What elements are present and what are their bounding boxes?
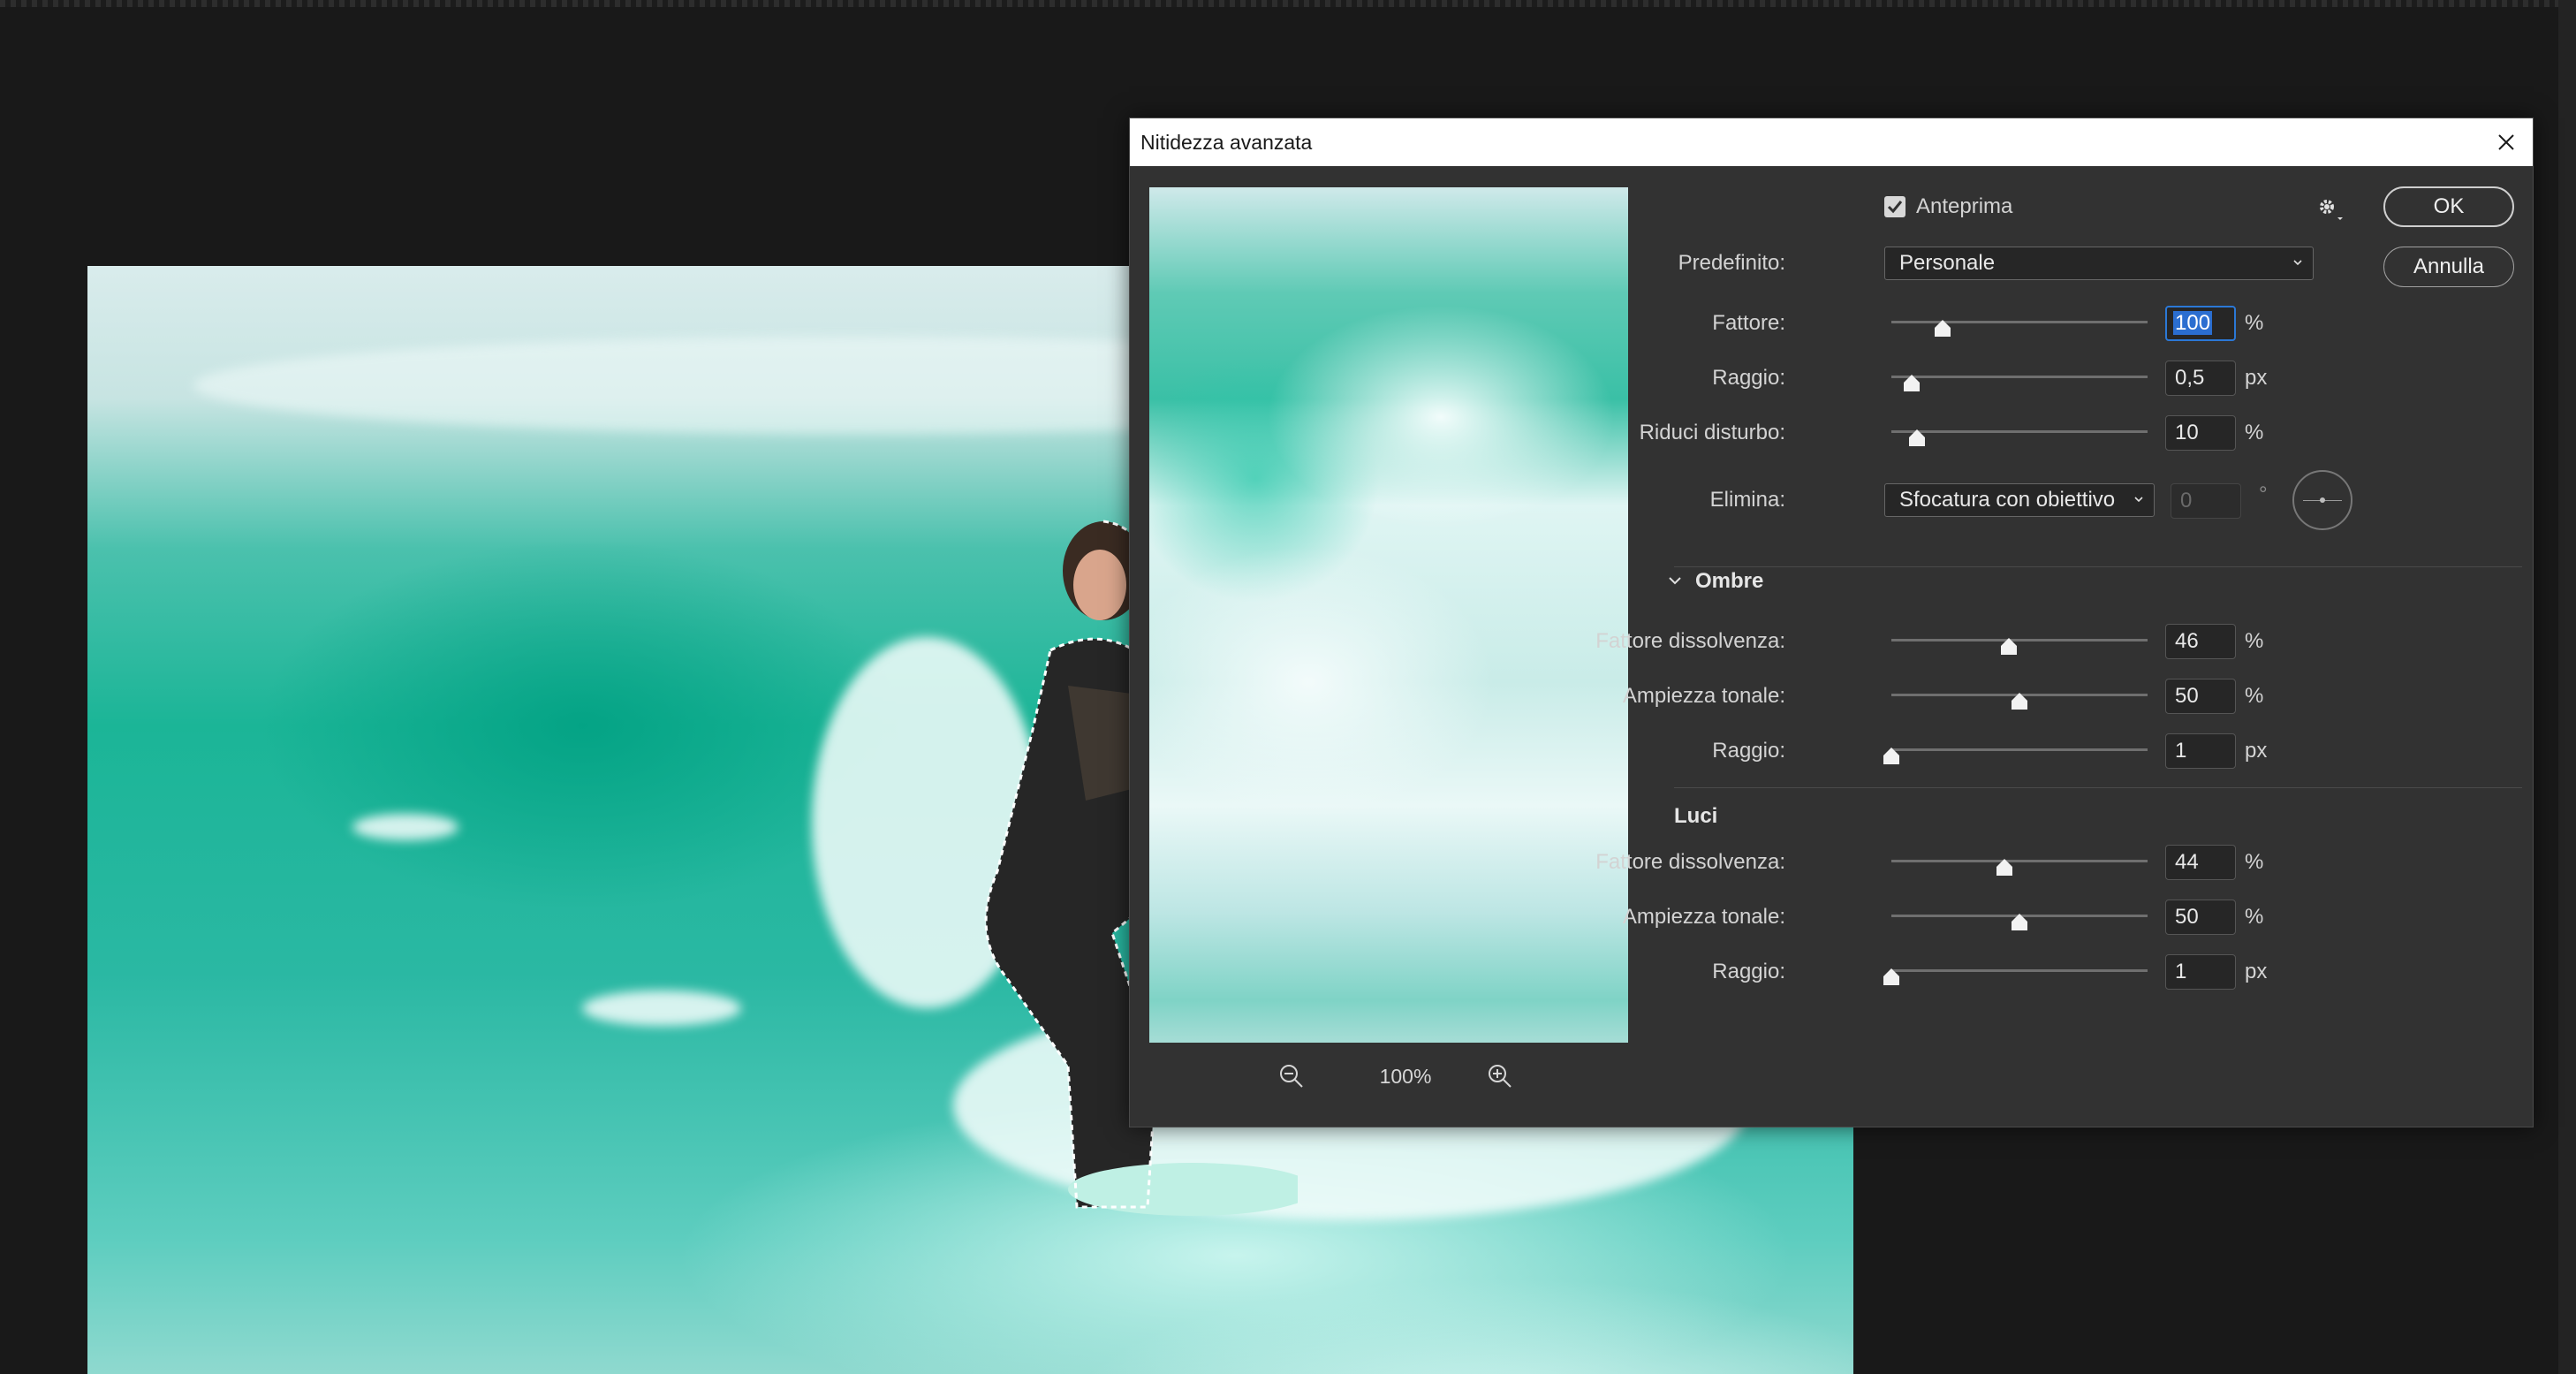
preset-label: Predefinito:: [1678, 251, 1785, 275]
amount-unit: %: [2245, 311, 2264, 335]
reduce-noise-label: Riduci disturbo:: [1639, 421, 1785, 444]
amount-slider[interactable]: [1891, 320, 2148, 337]
close-icon: [2498, 134, 2514, 150]
highlights-section-title[interactable]: Luci: [1674, 804, 1717, 829]
reduce-noise-slider[interactable]: [1891, 429, 2148, 446]
highlights-tonal-width-slider[interactable]: [1891, 914, 2148, 930]
highlights-radius-label: Raggio:: [1712, 960, 1785, 983]
close-button[interactable]: [2480, 118, 2533, 166]
zoom-in-button[interactable]: [1486, 1062, 1514, 1096]
shadows-tonal-width-slider[interactable]: [1891, 693, 2148, 710]
shadows-section-title[interactable]: Ombre: [1695, 569, 1763, 594]
ok-button[interactable]: OK: [2383, 186, 2514, 227]
highlights-fade-slider[interactable]: [1891, 859, 2148, 876]
shadows-tonal-width-input[interactable]: 50: [2165, 679, 2236, 714]
gear-icon: [2320, 200, 2343, 220]
preset-value: Personale: [1899, 251, 1996, 275]
preview-checkbox[interactable]: [1884, 196, 1905, 217]
amount-input[interactable]: 100: [2165, 306, 2236, 341]
reduce-noise-input[interactable]: 10: [2165, 415, 2236, 451]
section-divider: [1674, 566, 2522, 567]
highlights-fade-unit: %: [2245, 850, 2264, 874]
preview-pane[interactable]: [1149, 187, 1628, 1043]
angle-input: 0: [2171, 483, 2241, 519]
radius-label: Raggio:: [1712, 366, 1785, 390]
amount-label: Fattore:: [1712, 311, 1785, 335]
highlights-radius-slider[interactable]: [1883, 968, 2148, 985]
highlights-fade-label: Fattore dissolvenza:: [1595, 850, 1785, 874]
shadows-radius-unit: px: [2245, 739, 2268, 763]
highlights-radius-unit: px: [2245, 960, 2268, 983]
radius-slider[interactable]: [1891, 375, 2148, 391]
zoom-level: 100%: [1379, 1065, 1432, 1088]
chevron-down-icon: [2134, 497, 2143, 503]
shadows-fade-unit: %: [2245, 629, 2264, 653]
shadows-fade-label: Fattore dissolvenza:: [1595, 629, 1785, 653]
chevron-down-icon[interactable]: [1667, 573, 1683, 588]
angle-dial: [2292, 470, 2352, 530]
cancel-button[interactable]: Annulla: [2383, 247, 2514, 287]
checkmark-icon: [1887, 201, 1903, 214]
remove-value: Sfocatura con obiettivo: [1899, 488, 2116, 512]
zoom-in-icon: [1489, 1065, 1512, 1088]
angle-unit: °: [2259, 482, 2268, 506]
highlights-tonal-width-label: Ampiezza tonale:: [1622, 905, 1785, 929]
shadows-radius-slider[interactable]: [1883, 748, 2148, 764]
highlights-tonal-width-unit: %: [2245, 905, 2264, 929]
radius-input[interactable]: 0,5: [2165, 361, 2236, 396]
top-ruler-strip: [0, 0, 2576, 7]
highlights-tonal-width-input[interactable]: 50: [2165, 900, 2236, 935]
shadows-fade-slider[interactable]: [1891, 638, 2148, 655]
shadows-fade-input[interactable]: 46: [2165, 624, 2236, 659]
shadows-radius-input[interactable]: 1: [2165, 733, 2236, 769]
right-panel-edge: [2558, 0, 2576, 1374]
shadows-tonal-width-unit: %: [2245, 684, 2264, 708]
dialog-titlebar[interactable]: Nitidezza avanzata: [1130, 118, 2533, 166]
remove-label: Elimina:: [1709, 488, 1785, 512]
settings-gear-button[interactable]: [2316, 196, 2346, 227]
section-divider: [1674, 787, 2522, 788]
zoom-out-icon: [1280, 1065, 1303, 1088]
shadows-radius-label: Raggio:: [1712, 739, 1785, 763]
dialog-title: Nitidezza avanzata: [1140, 131, 1313, 154]
radius-unit: px: [2245, 366, 2268, 390]
highlights-fade-input[interactable]: 44: [2165, 845, 2236, 880]
zoom-out-button[interactable]: [1277, 1062, 1306, 1096]
preset-select[interactable]: Personale: [1884, 247, 2314, 280]
reduce-noise-unit: %: [2245, 421, 2264, 444]
remove-select[interactable]: Sfocatura con obiettivo: [1884, 483, 2155, 517]
smart-sharpen-dialog: Nitidezza avanzata 100% Anteprima OK Ann…: [1129, 118, 2534, 1127]
highlights-radius-input[interactable]: 1: [2165, 954, 2236, 990]
preview-zoom-controls: 100%: [1149, 1057, 1628, 1096]
chevron-down-icon: [2293, 260, 2302, 266]
wave-foam: [582, 991, 741, 1026]
preview-checkbox-label: Anteprima: [1916, 194, 2013, 218]
wave-foam: [352, 814, 458, 840]
shadows-tonal-width-label: Ampiezza tonale:: [1622, 684, 1785, 708]
